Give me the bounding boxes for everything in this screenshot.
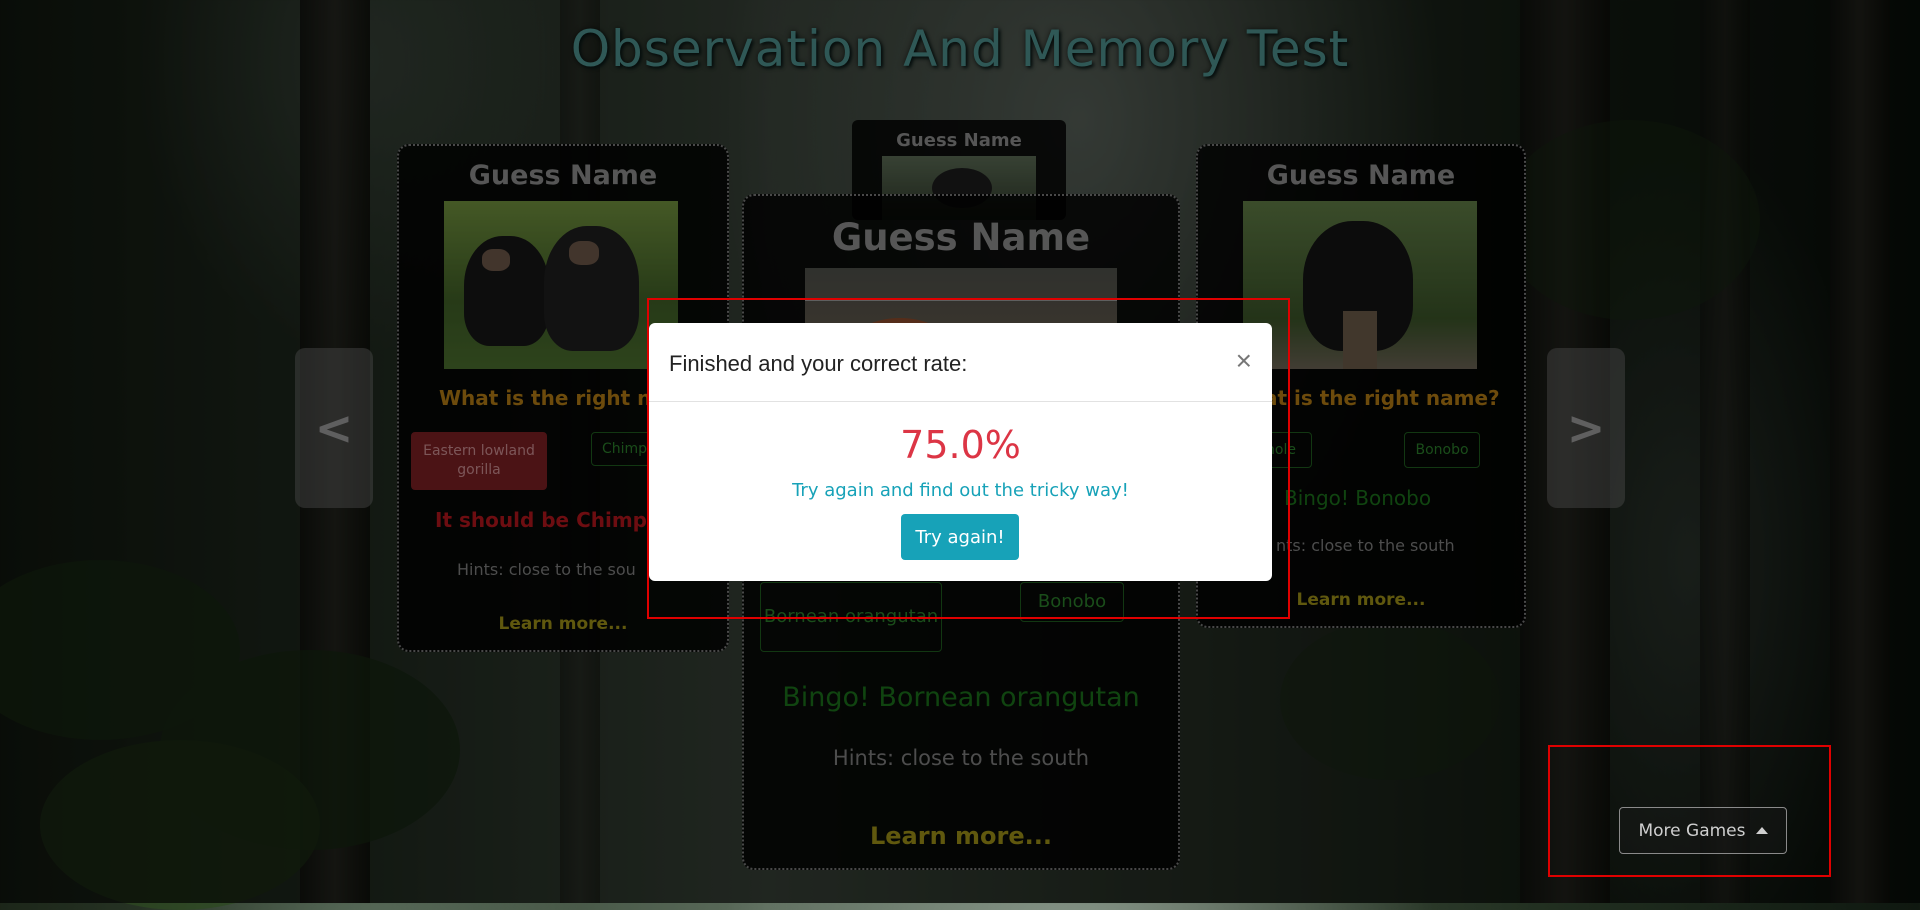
highlight-box-modal (647, 298, 1290, 619)
caret-up-icon (1755, 827, 1768, 834)
more-games-label: More Games (1638, 820, 1746, 841)
more-games-dropdown[interactable]: More Games (1619, 807, 1787, 854)
